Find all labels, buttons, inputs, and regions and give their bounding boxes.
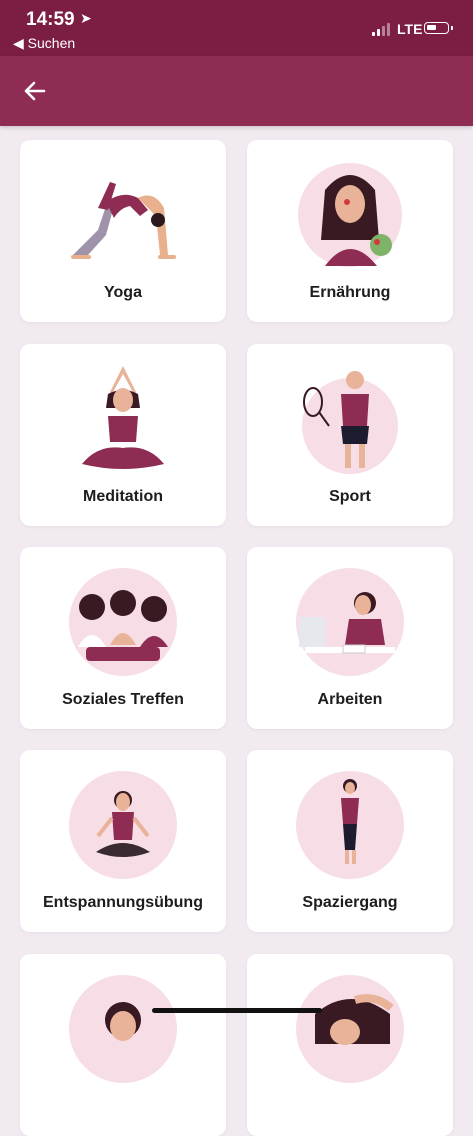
header-bar [0,56,473,126]
status-time: 14:59 [26,9,75,30]
category-label: Sport [329,488,371,505]
relaxation-illustration-icon [69,771,177,879]
work-illustration-icon [296,568,404,676]
status-bar: 14:59 ➤ ◀ Suchen LTE [0,0,473,56]
category-card-partial-left[interactable] [20,954,226,1136]
signal-icon [372,22,392,36]
category-label: Entspannungsübung [43,894,203,911]
network-type: LTE [397,21,423,37]
category-card-yoga[interactable]: Yoga [20,140,226,322]
arrow-left-icon[interactable] [22,78,48,104]
category-card-arbeiten[interactable]: Arbeiten [247,547,453,729]
nutrition-illustration-icon [298,163,402,267]
category-card-spaziergang[interactable]: Spaziergang [247,750,453,932]
sport-illustration-icon [302,371,398,474]
yoga-illustration-icon [71,182,176,259]
battery-icon [424,22,453,34]
category-label: Yoga [104,284,142,301]
category-card-entspannungsuebung[interactable]: Entspannungsübung [20,750,226,932]
category-card-soziales-treffen[interactable]: Soziales Treffen [20,547,226,729]
category-label: Soziales Treffen [62,691,184,708]
category-card-ernaehrung[interactable]: Ernährung [247,140,453,322]
category-label: Ernährung [309,284,391,301]
person-illustration-icon [69,975,177,1083]
meditation-illustration-icon [82,366,164,469]
category-label: Spaziergang [302,894,398,911]
category-label: Arbeiten [317,691,383,708]
massage-illustration-icon [296,975,404,1083]
walk-illustration-icon [296,771,404,879]
social-meeting-illustration-icon [69,568,177,676]
category-card-partial-right[interactable] [247,954,453,1136]
back-to-app-link[interactable]: ◀ Suchen [13,35,75,52]
home-indicator[interactable] [152,1008,322,1013]
category-card-sport[interactable]: Sport [247,344,453,526]
location-icon: ➤ [80,10,92,26]
category-card-meditation[interactable]: Meditation [20,344,226,526]
category-label: Meditation [83,488,163,505]
